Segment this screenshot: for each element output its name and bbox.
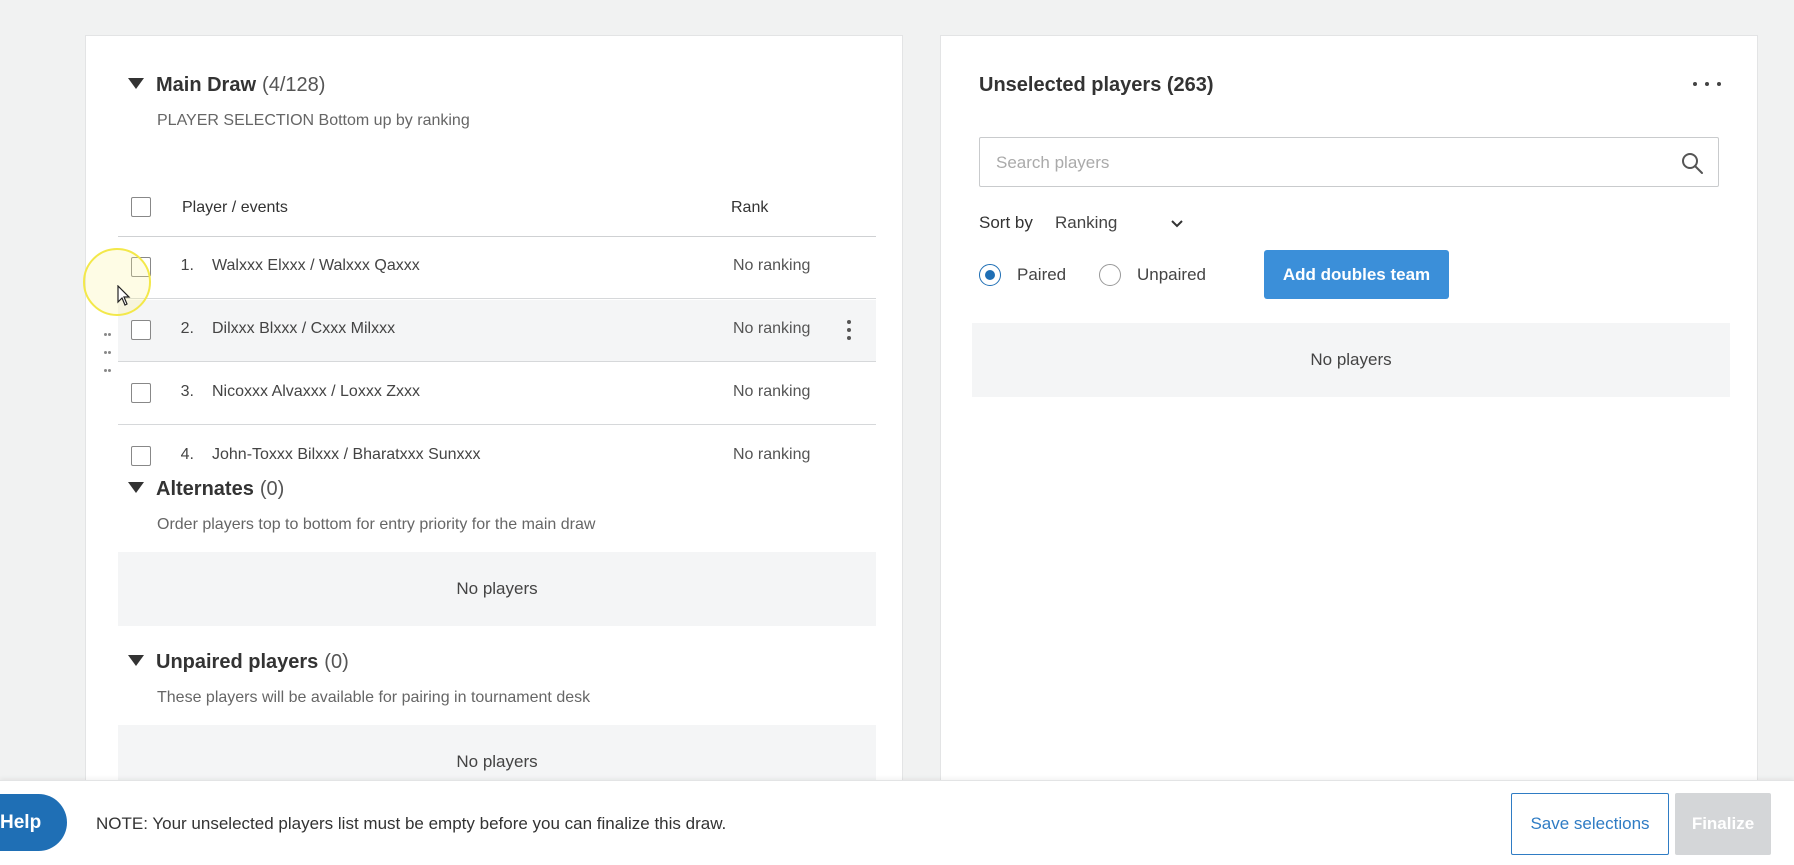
drag-handle-icon[interactable] [104, 324, 112, 372]
chevron-down-icon[interactable] [1169, 218, 1185, 230]
search-input[interactable] [994, 150, 1658, 176]
table-row[interactable]: 2. Dilxxx Blxxx / Cxxx Milxxx No ranking [104, 300, 876, 372]
caret-down-icon[interactable] [128, 482, 144, 493]
row-number: 2. [180, 320, 194, 337]
main-draw-header[interactable]: Main Draw (4/128) [128, 74, 325, 97]
main-draw-panel: Main Draw (4/128) PLAYER SELECTION Botto… [85, 35, 903, 799]
main-draw-count: (4/128) [262, 74, 326, 96]
unselected-title: Unselected players (263) [979, 74, 1214, 96]
unselected-players-panel: Unselected players (263) Sort by Ranking… [940, 35, 1758, 795]
row-checkbox[interactable] [131, 383, 151, 403]
player-rank: No ranking [733, 257, 811, 274]
column-header-player: Player / events [182, 199, 288, 216]
alternates-count: (0) [259, 478, 285, 500]
unpaired-subtitle: These players will be available for pair… [157, 689, 591, 706]
help-button[interactable]: Help [0, 794, 67, 851]
main-draw-subtitle: PLAYER SELECTION Bottom up by ranking [157, 112, 470, 129]
player-rank: No ranking [733, 320, 811, 337]
kebab-icon[interactable] [846, 318, 852, 344]
paired-radio-label[interactable]: Paired [1017, 265, 1066, 285]
row-checkbox[interactable] [131, 320, 151, 340]
finalize-note: NOTE: Your unselected players list must … [96, 814, 727, 833]
table-row[interactable]: 1. Walxxx Elxxx / Walxxx Qaxxx No rankin… [118, 237, 876, 299]
player-name: Walxxx Elxxx / Walxxx Qaxxx [212, 257, 420, 274]
search-icon[interactable] [1680, 151, 1704, 175]
save-selections-button[interactable]: Save selections [1511, 793, 1669, 855]
footer-bar: Help NOTE: Your unselected players list … [0, 780, 1794, 865]
caret-down-icon[interactable] [128, 78, 144, 89]
search-field[interactable] [979, 137, 1719, 187]
paired-radio[interactable] [979, 264, 1001, 286]
unselected-empty-state: No players [972, 323, 1730, 397]
main-draw-title: Main Draw [156, 74, 257, 96]
more-horizontal-icon[interactable] [1693, 82, 1721, 90]
unpaired-radio[interactable] [1099, 264, 1121, 286]
player-name: John-Toxxx Bilxxx / Bharatxxx Sunxxx [212, 446, 481, 463]
sort-select[interactable]: Ranking [1055, 213, 1117, 233]
alternates-subtitle: Order players top to bottom for entry pr… [157, 516, 596, 533]
player-rank: No ranking [733, 383, 811, 400]
player-name: Nicoxxx Alvaxxx / Loxxx Zxxx [212, 383, 421, 400]
player-name: Dilxxx Blxxx / Cxxx Milxxx [212, 320, 396, 337]
row-checkbox[interactable] [131, 446, 151, 466]
alternates-header[interactable]: Alternates (0) [128, 478, 284, 501]
caret-down-icon[interactable] [128, 655, 144, 666]
row-number: 1. [180, 257, 194, 274]
unpaired-radio-label[interactable]: Unpaired [1137, 265, 1206, 285]
row-number: 3. [180, 383, 194, 400]
unpaired-count: (0) [324, 651, 349, 673]
select-all-checkbox[interactable] [131, 197, 151, 217]
unpaired-header[interactable]: Unpaired players (0) [128, 651, 349, 674]
unpaired-title: Unpaired players [156, 651, 319, 673]
mouse-cursor-icon [117, 285, 131, 306]
alternates-empty-state: No players [118, 552, 876, 626]
column-header-rank[interactable]: Rank [731, 199, 768, 217]
table-row[interactable]: 3. Nicoxxx Alvaxxx / Loxxx Zxxx No ranki… [118, 363, 876, 425]
add-doubles-team-button[interactable]: Add doubles team [1264, 250, 1449, 299]
alternates-title: Alternates [156, 478, 254, 500]
finalize-button[interactable]: Finalize [1675, 793, 1771, 855]
player-rank: No ranking [733, 446, 811, 463]
table-header: Player / events Rank [118, 166, 876, 237]
sort-label: Sort by [979, 213, 1033, 232]
row-number: 4. [180, 446, 194, 463]
